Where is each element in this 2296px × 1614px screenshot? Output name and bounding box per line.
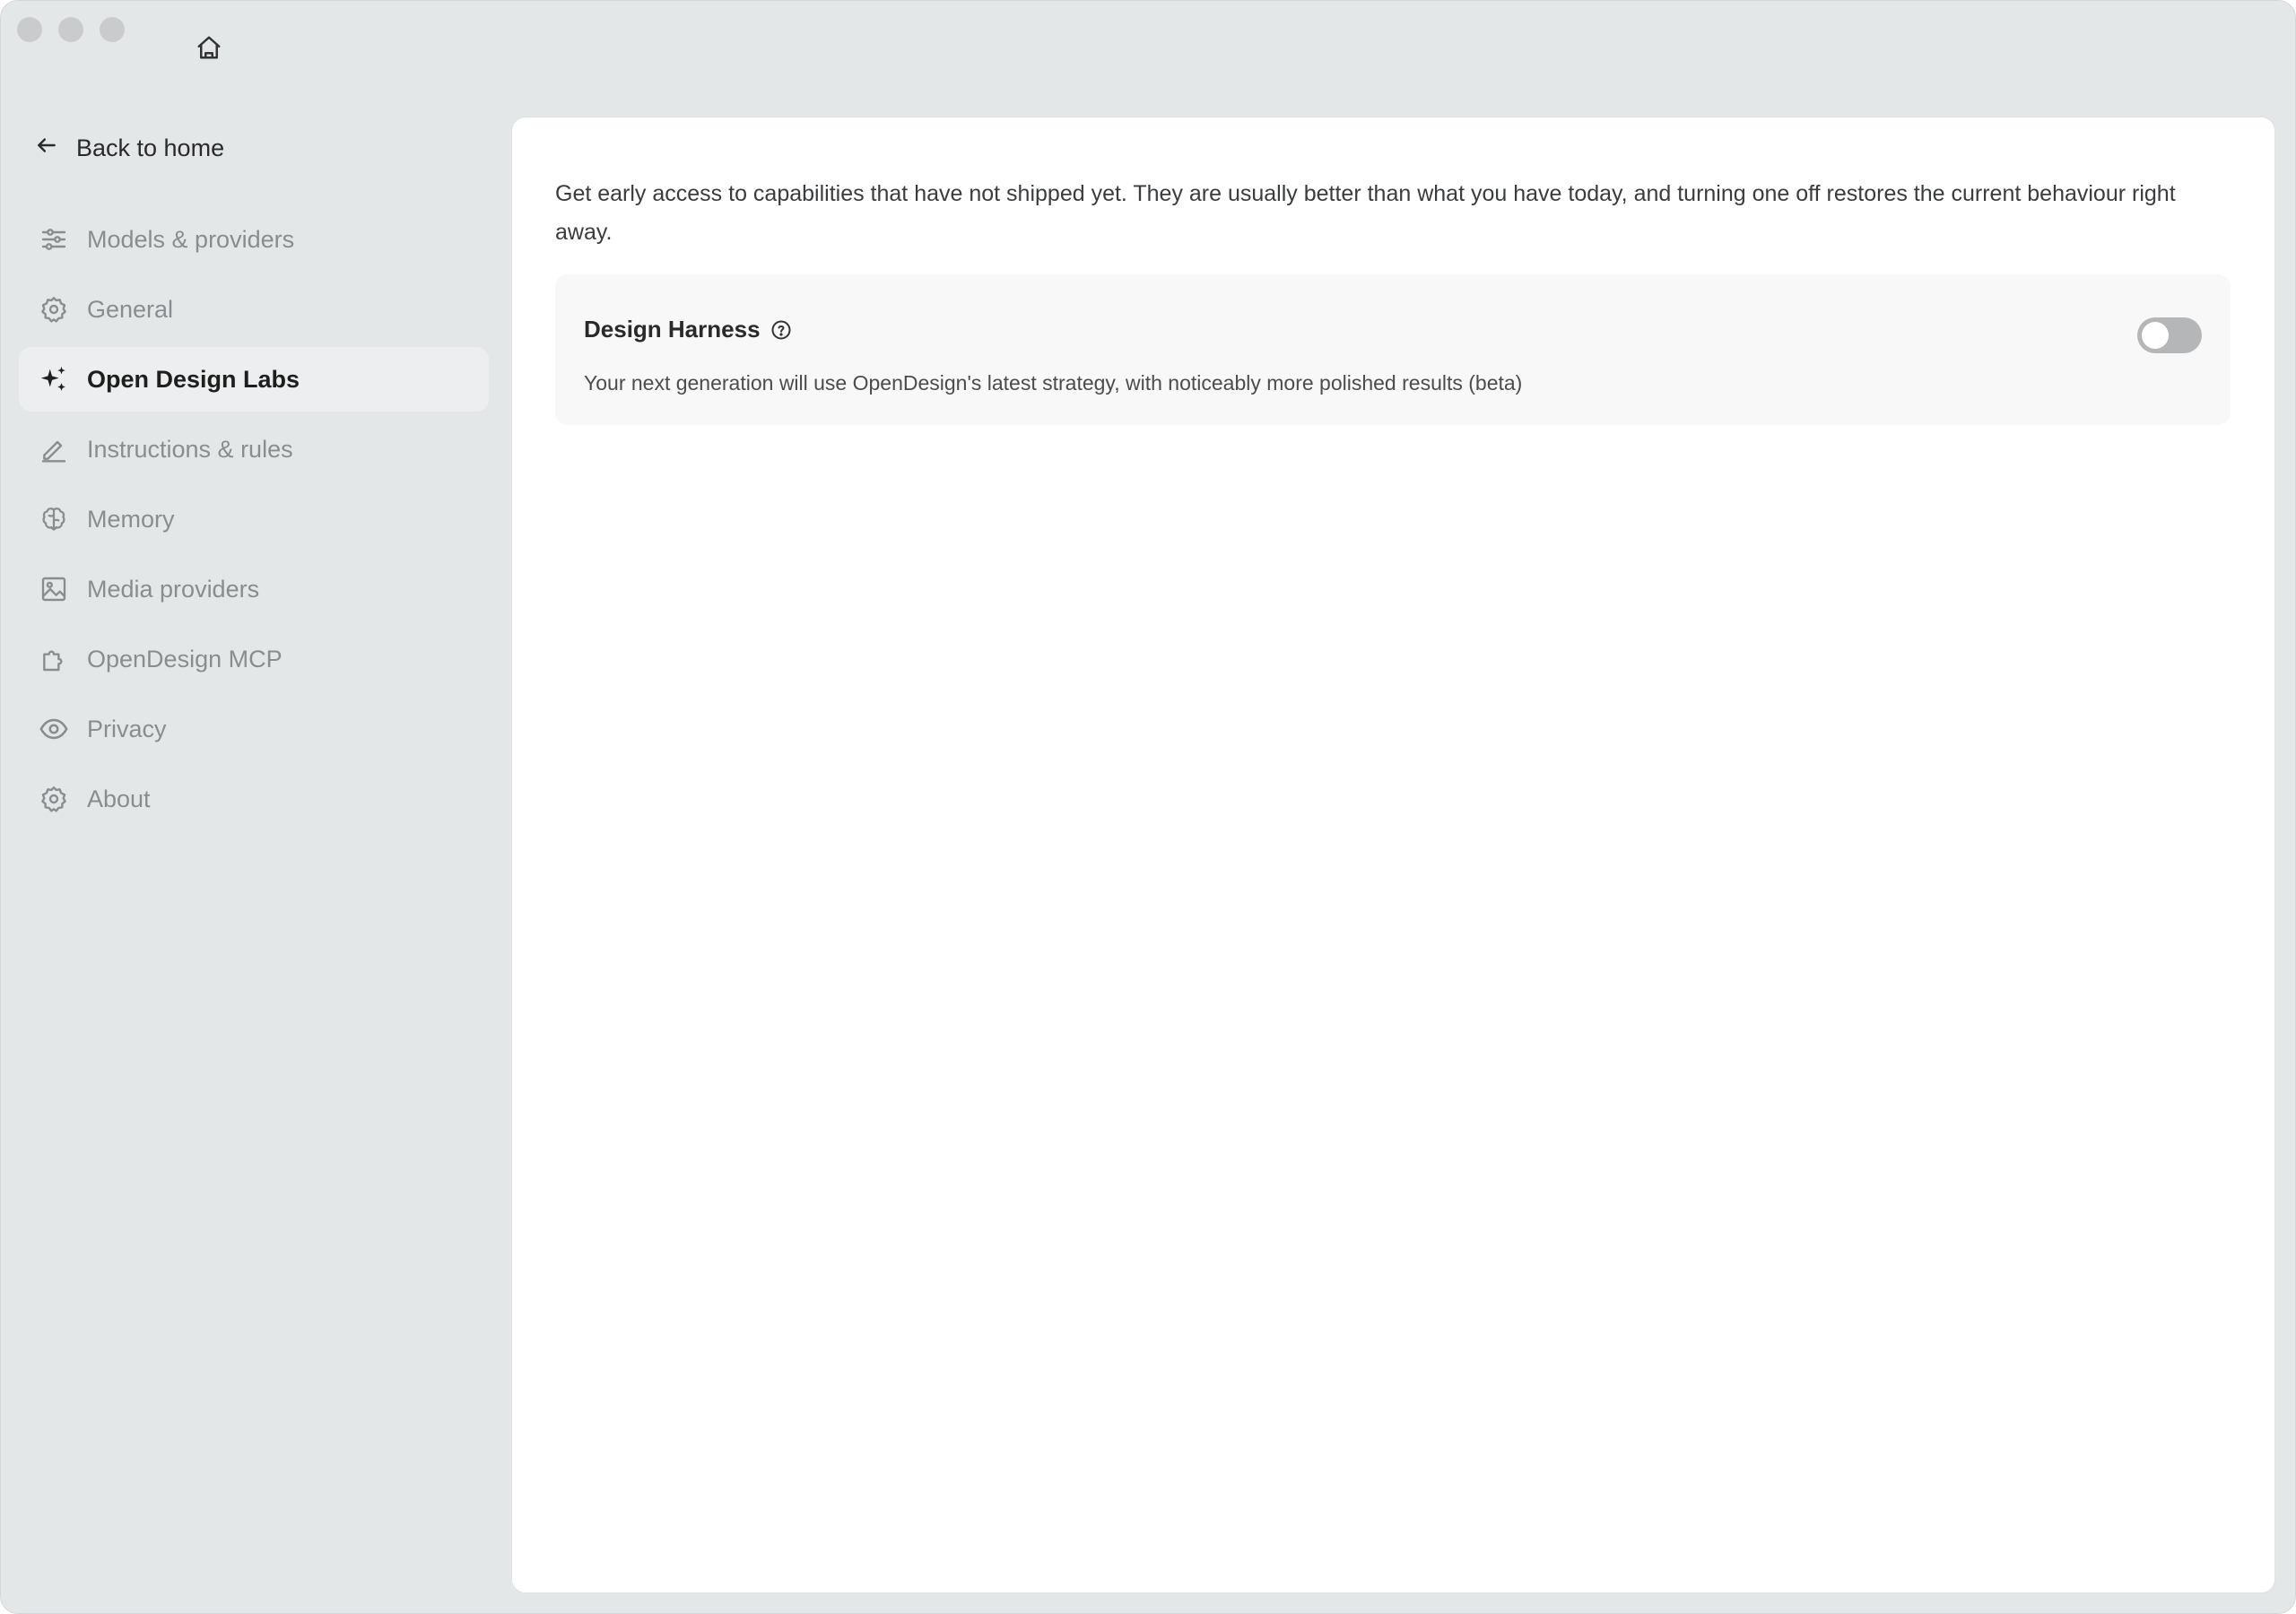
gear-icon bbox=[39, 784, 69, 814]
sidebar-item-instructions-rules[interactable]: Instructions & rules bbox=[19, 417, 489, 482]
toggle-knob bbox=[2142, 322, 2169, 349]
settings-nav: Models & providers General Open Design L… bbox=[19, 207, 489, 837]
sidebar-item-label: Memory bbox=[87, 505, 175, 533]
help-circle-icon[interactable] bbox=[770, 318, 793, 342]
sidebar-item-open-design-labs[interactable]: Open Design Labs bbox=[19, 347, 489, 412]
feature-description: Your next generation will use OpenDesign… bbox=[584, 371, 1523, 395]
labs-intro-text: Get early access to capabilities that ha… bbox=[555, 181, 2176, 245]
feature-title-row: Design Harness bbox=[584, 316, 793, 343]
sidebar-item-opendesign-mcp[interactable]: OpenDesign MCP bbox=[19, 627, 489, 691]
feature-card-design-harness: Design Harness Your next generation will… bbox=[555, 274, 2231, 425]
image-icon bbox=[39, 574, 69, 604]
sidebar-item-label: Open Design Labs bbox=[87, 365, 300, 393]
arrow-left-icon bbox=[35, 134, 58, 163]
design-harness-toggle[interactable] bbox=[2137, 317, 2202, 353]
sidebar-item-models-providers[interactable]: Models & providers bbox=[19, 207, 489, 272]
gear-icon bbox=[39, 294, 69, 325]
sidebar-item-label: OpenDesign MCP bbox=[87, 645, 283, 672]
sidebar-item-about[interactable]: About bbox=[19, 767, 489, 831]
brain-icon bbox=[39, 504, 69, 534]
eye-icon bbox=[39, 714, 69, 744]
feature-title: Design Harness bbox=[584, 316, 761, 343]
sidebar-item-label: About bbox=[87, 785, 151, 812]
sidebar-item-label: Privacy bbox=[87, 715, 167, 742]
settings-sidebar: Back to home Models & providers General … bbox=[1, 1, 503, 1613]
sidebar-item-label: Instructions & rules bbox=[87, 435, 293, 463]
sparkles-icon bbox=[39, 364, 69, 395]
sidebar-item-label: General bbox=[87, 295, 174, 323]
sidebar-item-privacy[interactable]: Privacy bbox=[19, 697, 489, 761]
sidebar-item-memory[interactable]: Memory bbox=[19, 487, 489, 551]
back-to-home-link[interactable]: Back to home bbox=[35, 130, 224, 166]
sidebar-item-general[interactable]: General bbox=[19, 277, 489, 342]
sliders-icon bbox=[39, 224, 69, 255]
puzzle-icon bbox=[39, 644, 69, 674]
settings-content-panel: Get early access to capabilities that ha… bbox=[511, 117, 2275, 1593]
app-window: Back to home Models & providers General … bbox=[0, 0, 2296, 1614]
sidebar-item-label: Models & providers bbox=[87, 225, 295, 253]
pencil-icon bbox=[39, 434, 69, 464]
sidebar-item-media-providers[interactable]: Media providers bbox=[19, 557, 489, 621]
back-to-home-label: Back to home bbox=[76, 134, 225, 161]
sidebar-item-label: Media providers bbox=[87, 575, 260, 603]
